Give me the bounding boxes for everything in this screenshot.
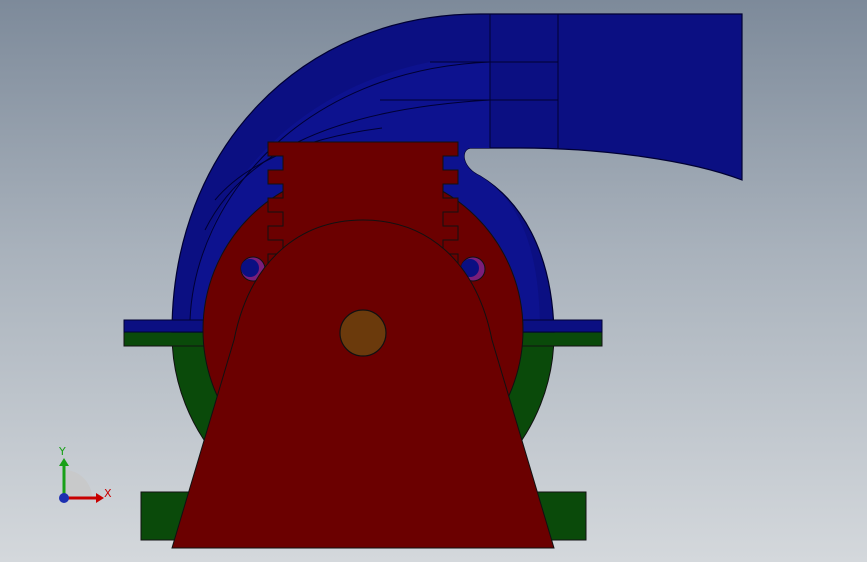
triad-z-axis xyxy=(59,493,69,503)
triad-y-label: Y xyxy=(58,445,66,458)
triad-arc xyxy=(64,470,92,498)
coordinate-triad: X Y xyxy=(58,445,112,503)
pump-model-view[interactable]: X Y xyxy=(0,0,867,562)
triad-x-label: X xyxy=(104,487,112,500)
graphics-viewport[interactable]: X Y xyxy=(0,0,867,562)
shaft-end[interactable] xyxy=(339,309,387,357)
triad-y-arrow xyxy=(59,458,69,466)
triad-x-arrow xyxy=(96,493,104,503)
